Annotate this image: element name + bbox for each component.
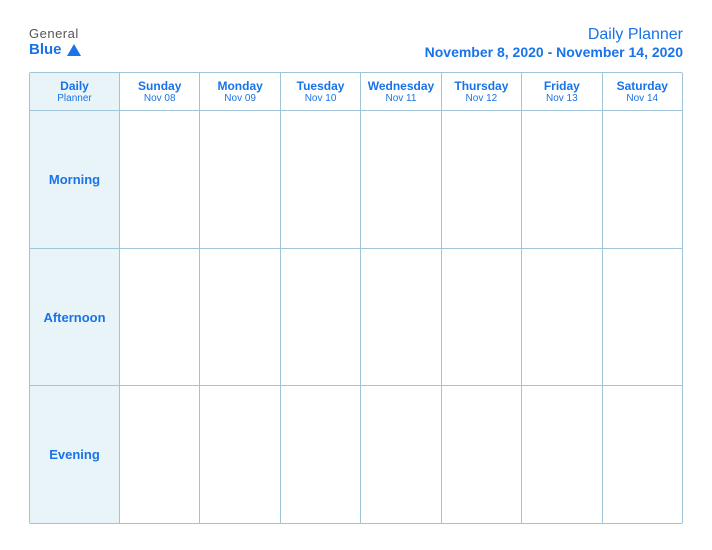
logo-blue-text: Blue (29, 41, 81, 58)
cell-0-5[interactable] (522, 111, 602, 248)
table-header-row: Daily Planner Sunday Nov 08 Monday Nov 0… (30, 73, 682, 111)
planner-title: Daily Planner (425, 26, 683, 44)
logo: General Blue (29, 26, 81, 58)
table-row-0: Morning (30, 111, 682, 249)
cell-0-2[interactable] (281, 111, 361, 248)
day-header-4: Thursday Nov 12 (442, 73, 522, 110)
table-row-1: Afternoon (30, 249, 682, 387)
col-label-header: Daily Planner (30, 73, 120, 110)
day-name-5: Friday (544, 79, 580, 93)
day-date-3: Nov 11 (386, 93, 417, 104)
day-header-1: Monday Nov 09 (200, 73, 280, 110)
day-name-0: Sunday (138, 79, 181, 93)
cell-2-2[interactable] (281, 386, 361, 523)
logo-general-text: General (29, 26, 79, 41)
cell-2-4[interactable] (442, 386, 522, 523)
header-right: Daily Planner November 8, 2020 - Novembe… (425, 26, 683, 60)
day-name-2: Tuesday (297, 79, 345, 93)
day-name-6: Saturday (617, 79, 668, 93)
cell-1-1[interactable] (200, 249, 280, 386)
day-date-0: Nov 08 (144, 93, 176, 104)
day-name-3: Wednesday (368, 79, 434, 93)
table-body: MorningAfternoonEvening (30, 111, 682, 523)
cell-0-4[interactable] (442, 111, 522, 248)
cell-0-3[interactable] (361, 111, 441, 248)
day-name-4: Thursday (454, 79, 508, 93)
cell-1-3[interactable] (361, 249, 441, 386)
day-date-5: Nov 13 (546, 93, 578, 104)
day-name-1: Monday (217, 79, 262, 93)
day-header-0: Sunday Nov 08 (120, 73, 200, 110)
cell-2-6[interactable] (603, 386, 682, 523)
day-header-3: Wednesday Nov 11 (361, 73, 441, 110)
planner-table: Daily Planner Sunday Nov 08 Monday Nov 0… (29, 72, 683, 524)
day-header-5: Friday Nov 13 (522, 73, 602, 110)
day-date-2: Nov 10 (305, 93, 337, 104)
cell-1-2[interactable] (281, 249, 361, 386)
col-label-line1: Daily (60, 79, 89, 93)
cell-0-6[interactable] (603, 111, 682, 248)
day-header-2: Tuesday Nov 10 (281, 73, 361, 110)
day-header-6: Saturday Nov 14 (603, 73, 682, 110)
cell-1-5[interactable] (522, 249, 602, 386)
planner-date-range: November 8, 2020 - November 14, 2020 (425, 44, 683, 60)
header: General Blue Daily Planner November 8, 2… (29, 26, 683, 60)
table-row-2: Evening (30, 386, 682, 523)
cell-1-4[interactable] (442, 249, 522, 386)
cell-2-3[interactable] (361, 386, 441, 523)
col-label-line2: Planner (57, 93, 91, 104)
cell-2-5[interactable] (522, 386, 602, 523)
day-date-6: Nov 14 (626, 93, 658, 104)
cell-2-0[interactable] (120, 386, 200, 523)
cell-1-0[interactable] (120, 249, 200, 386)
cell-1-6[interactable] (603, 249, 682, 386)
row-label-1: Afternoon (30, 249, 120, 386)
day-date-1: Nov 09 (224, 93, 256, 104)
cell-2-1[interactable] (200, 386, 280, 523)
cell-0-0[interactable] (120, 111, 200, 248)
day-date-4: Nov 12 (466, 93, 498, 104)
logo-triangle-icon (67, 44, 81, 56)
cell-0-1[interactable] (200, 111, 280, 248)
row-label-2: Evening (30, 386, 120, 523)
row-label-0: Morning (30, 111, 120, 248)
page: General Blue Daily Planner November 8, 2… (11, 10, 701, 540)
